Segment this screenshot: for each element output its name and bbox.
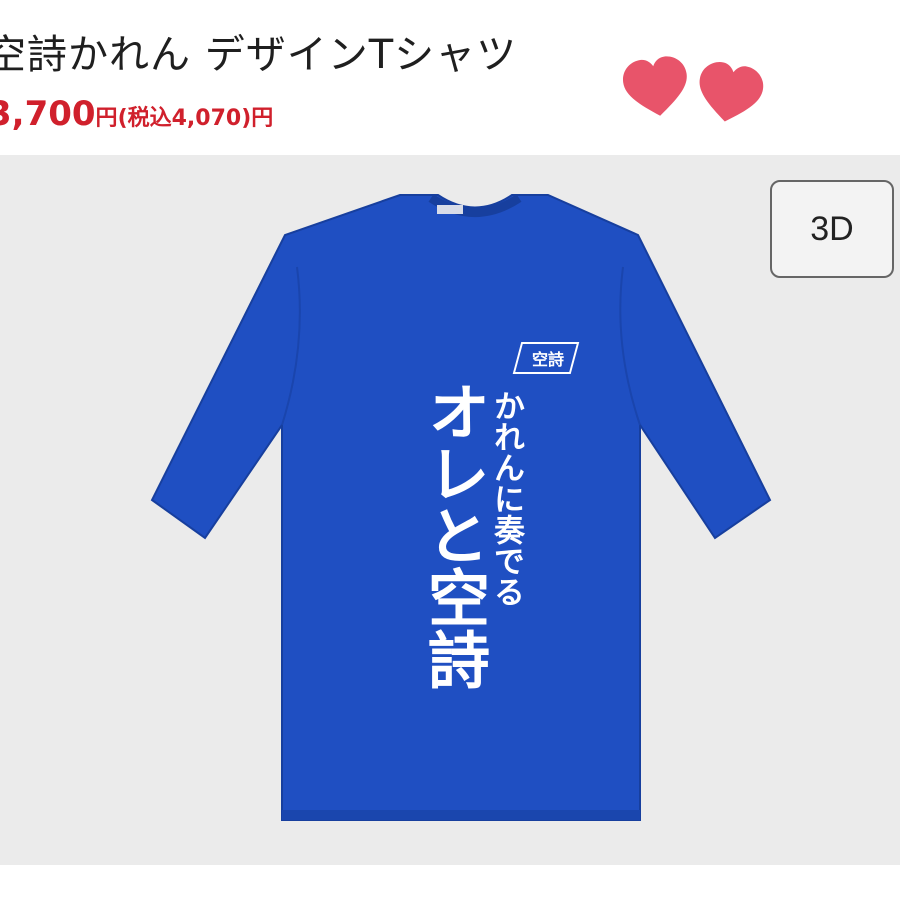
price-line: 3,700円(税込4,070)円 (0, 94, 273, 134)
tshirt-tag (437, 205, 463, 214)
footer-spacer (0, 865, 900, 900)
hearts-decoration (623, 56, 764, 122)
product-header: 空詩かれん デザインTシャツ 3,700円(税込4,070)円 (0, 0, 900, 155)
heart-icon (699, 62, 764, 122)
view-3d-button[interactable]: 3D (770, 180, 894, 278)
product-title: 空詩かれん デザインTシャツ (0, 32, 518, 78)
price-tax-included: (税込4,070)円 (117, 106, 274, 131)
price-value: 3,700 (0, 94, 96, 134)
print-large-text: オレと空詩 (417, 380, 490, 690)
heart-icon (623, 56, 687, 116)
price-unit: 円 (95, 106, 118, 131)
logo-text: 空詩 (532, 350, 564, 369)
